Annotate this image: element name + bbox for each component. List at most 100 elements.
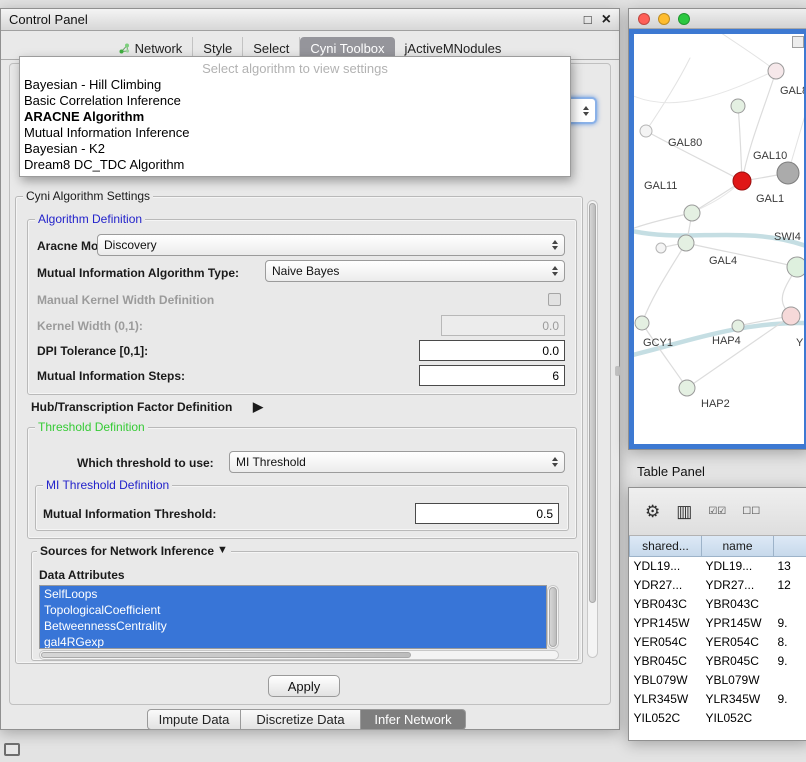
algorithm-option[interactable]: ARACNE Algorithm: [20, 109, 570, 125]
attributes-horizontal-scrollbar[interactable]: [39, 650, 559, 660]
data-attribute-item[interactable]: BetweennessCentrality: [40, 618, 546, 634]
data-attribute-item[interactable]: gal4RGexp: [40, 634, 546, 649]
attributes-vertical-scrollbar[interactable]: [547, 585, 559, 649]
network-node-n5[interactable]: [684, 205, 700, 221]
hub-section-label[interactable]: Hub/Transcription Factor Definition: [31, 400, 232, 414]
network-edge[interactable]: [686, 243, 797, 267]
network-node-n12[interactable]: [640, 125, 652, 137]
column-header[interactable]: shared...: [630, 536, 702, 556]
restore-panel-icon[interactable]: [4, 743, 20, 756]
mi-steps-field[interactable]: 6: [419, 365, 565, 386]
birdseye-toggle-icon[interactable]: [792, 36, 804, 48]
network-node-n1[interactable]: [768, 63, 784, 79]
network-node-gcy1[interactable]: [635, 316, 649, 330]
network-node-n9[interactable]: [782, 307, 800, 325]
table-cell: 9.: [774, 613, 806, 632]
close-window-icon[interactable]: ×: [602, 12, 611, 28]
column-header[interactable]: [774, 536, 806, 556]
table-row[interactable]: YDR27...YDR27...12: [630, 575, 806, 594]
network-node-n2[interactable]: [731, 99, 745, 113]
algorithm-option[interactable]: Bayesian - K2: [20, 141, 570, 157]
network-node-n10[interactable]: [732, 320, 744, 332]
algorithm-option[interactable]: Dream8 DC_TDC Algorithm: [20, 157, 570, 173]
close-button[interactable]: [638, 13, 650, 25]
network-node-n4[interactable]: [777, 162, 799, 184]
table-container[interactable]: shared...name YDL19...YDL19...13YDR27...…: [629, 536, 806, 740]
table-row[interactable]: YIL052CYIL052C: [630, 708, 806, 727]
network-edge[interactable]: [642, 243, 686, 323]
network-node-gal10[interactable]: [733, 172, 751, 190]
table-cell: [774, 670, 806, 689]
bottom-tab-discretize-data[interactable]: Discretize Data: [241, 709, 361, 730]
zoom-button[interactable]: [678, 13, 690, 25]
table-cell: YBL079W: [702, 670, 774, 689]
table-row[interactable]: YER054CYER054C8.: [630, 632, 806, 651]
network-canvas[interactable]: GAL8GAL80GAL10GAL11GAL1SWI4GAL4GCY1HAP4H…: [634, 34, 804, 444]
network-node-label: GAL10: [753, 150, 787, 162]
data-attribute-item[interactable]: TopologicalCoefficient: [40, 602, 546, 618]
algorithm-option[interactable]: Bayesian - Hill Climbing: [20, 77, 570, 93]
expand-right-icon[interactable]: ▶: [253, 399, 263, 415]
scrollbar-thumb[interactable]: [41, 652, 411, 658]
float-window-icon[interactable]: □: [584, 13, 592, 26]
network-node-label: GAL4: [709, 255, 737, 267]
scrollbar-thumb[interactable]: [549, 587, 557, 647]
network-edge[interactable]: [714, 34, 776, 71]
network-edge[interactable]: [738, 106, 742, 181]
kernel-width-field[interactable]: 0.0: [441, 315, 565, 336]
bottom-tab-infer-network[interactable]: Infer Network: [361, 709, 466, 730]
data-attribute-item[interactable]: SelfLoops: [40, 586, 546, 602]
network-window-titlebar[interactable]: [629, 9, 806, 29]
select-all-icon[interactable]: ☑☑: [708, 507, 726, 517]
scrollbar-thumb[interactable]: [589, 203, 596, 603]
dpi-tolerance-field[interactable]: 0.0: [419, 340, 565, 361]
splitter-handle[interactable]: [615, 366, 620, 376]
column-header[interactable]: name: [702, 536, 774, 556]
table-cell: YER054C: [630, 632, 702, 651]
mi-threshold-field[interactable]: 0.5: [415, 503, 559, 524]
table-row[interactable]: YLR345WYLR345W9.: [630, 689, 806, 708]
table-cell: 13: [774, 556, 806, 575]
data-attributes-list[interactable]: SelfLoopsTopologicalCoefficientBetweenne…: [39, 585, 547, 649]
network-node-label: GAL8: [780, 85, 804, 97]
network-node-label: GAL11: [644, 180, 677, 192]
network-node-hap2[interactable]: [679, 380, 695, 396]
network-edge[interactable]: [634, 71, 774, 103]
columns-icon[interactable]: ▥: [676, 503, 692, 520]
minimize-button[interactable]: [658, 13, 670, 25]
aracne-mode-select[interactable]: Discovery: [97, 234, 565, 256]
network-edge[interactable]: [642, 323, 687, 388]
apply-button-label: Apply: [288, 679, 321, 694]
table-row[interactable]: YDL19...YDL19...13: [630, 556, 806, 575]
mi-type-select[interactable]: Naive Bayes: [265, 260, 565, 282]
which-threshold-select[interactable]: MI Threshold: [229, 451, 565, 473]
which-threshold-label: Which threshold to use:: [77, 456, 214, 470]
bottom-tab-impute-data[interactable]: Impute Data: [147, 709, 241, 730]
spinner-arrows-icon: [546, 457, 558, 467]
collapse-down-icon[interactable]: ▼: [214, 544, 231, 556]
algorithm-option[interactable]: Mutual Information Inference: [20, 125, 570, 141]
deselect-all-icon[interactable]: ☐☐: [742, 507, 760, 517]
table-row[interactable]: YBL079WYBL079W: [630, 670, 806, 689]
manual-kernel-label: Manual Kernel Width Definition: [37, 293, 214, 307]
table-row[interactable]: YBR045CYBR045C9.: [630, 651, 806, 670]
network-edge[interactable]: [742, 71, 776, 181]
network-node-gal4[interactable]: [678, 235, 694, 251]
manual-kernel-checkbox[interactable]: [548, 293, 561, 306]
gear-icon[interactable]: ⚙: [645, 503, 660, 520]
algorithm-dropdown-list[interactable]: Select algorithm to view settingsBayesia…: [19, 56, 571, 177]
network-node-swi4[interactable]: [787, 257, 804, 277]
tab-label: Style: [203, 41, 232, 56]
network-edge[interactable]: [634, 213, 692, 230]
table-cell: YIL052C: [702, 708, 774, 727]
network-edge[interactable]: [646, 58, 690, 131]
algorithm-option[interactable]: Basic Correlation Inference: [20, 93, 570, 109]
network-node-n13[interactable]: [656, 243, 666, 253]
sources-section-label[interactable]: Sources for Network Inference: [37, 544, 217, 558]
apply-button[interactable]: Apply: [268, 675, 340, 697]
control-panel-titlebar[interactable]: Control Panel □ ×: [1, 9, 619, 31]
settings-scrollbar[interactable]: [587, 200, 598, 658]
table-row[interactable]: YBR043CYBR043C: [630, 594, 806, 613]
table-cell: YLR345W: [630, 689, 702, 708]
table-row[interactable]: YPR145WYPR145W9.: [630, 613, 806, 632]
